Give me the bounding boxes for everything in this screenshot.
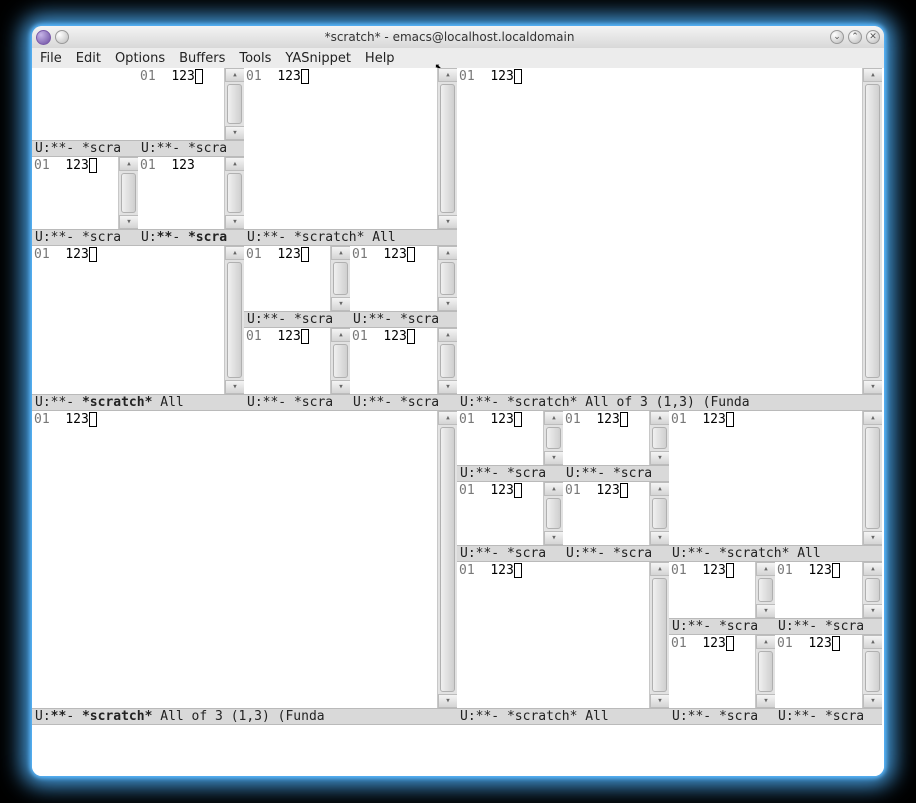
pane[interactable]: 01 123 ▴▾ [244, 328, 350, 394]
minimize-button[interactable]: ⌄ [830, 30, 844, 44]
modeline: U:**- *scra [350, 311, 457, 328]
modeline: U:**- *scra [244, 394, 350, 411]
pane[interactable]: 01 123 ▴▾ [669, 562, 775, 618]
close-button[interactable]: ✕ [866, 30, 880, 44]
menu-options[interactable]: Options [109, 49, 171, 68]
menu-edit[interactable]: Edit [70, 49, 107, 68]
pane[interactable]: 01 123 ▴▾ [32, 411, 457, 708]
modeline: U:**- *scra [563, 465, 669, 482]
window-title: *scratch* - emacs@localhost.localdomain [69, 30, 830, 44]
pane[interactable]: 01 123 ▴▾ [775, 562, 882, 618]
pane[interactable]: 01 123 ▴▾ [350, 328, 457, 394]
modeline: U:**- *scra [350, 394, 457, 411]
modeline: U:**- *scra [32, 229, 138, 246]
modeline: U:**- *scra [32, 140, 138, 157]
modeline: U:**- *scra [138, 140, 244, 157]
pane[interactable]: 01 123 ▴▾ [457, 562, 669, 708]
modeline: U:**- *scra [138, 229, 244, 246]
pane[interactable]: 01 123 ▴▾ [32, 157, 138, 229]
pane[interactable]: 01 123 ▴▾ [775, 635, 882, 708]
titlebar[interactable]: *scratch* - emacs@localhost.localdomain … [32, 26, 884, 48]
modeline: U:**- *scra [244, 311, 350, 328]
emacs-area: ⬉ 01 123 ▴▾ 01 123 ▴▾ U:**- *scra U:**- … [32, 68, 884, 776]
modeline: U:**- *scratch* All [244, 229, 457, 246]
modeline: U:**- *scra [669, 708, 775, 725]
pane[interactable]: 01 123 ▴▾ [563, 482, 669, 545]
menu-buffers[interactable]: Buffers [173, 49, 231, 68]
modeline: U:**- *scra [775, 708, 882, 725]
modeline: U:**- *scratch* All [457, 708, 669, 725]
pane[interactable]: 01 123 ▴▾ [457, 482, 563, 545]
modeline: U:**- *scra [775, 618, 882, 635]
pane[interactable]: 01 123 ▴▾ [457, 68, 882, 394]
menu-file[interactable]: File [34, 49, 68, 68]
menu-help[interactable]: Help [359, 49, 401, 68]
pane[interactable]: 01 123 ▴▾ [669, 635, 775, 708]
sticky-button[interactable] [55, 30, 69, 44]
modeline: U:**- *scra [669, 618, 775, 635]
pane[interactable]: 01 123 ▴▾ [669, 411, 882, 545]
menu-tools[interactable]: Tools [233, 49, 277, 68]
menu-yasnippet[interactable]: YASnippet [279, 49, 357, 68]
pane[interactable]: 01 123 ▴▾ [244, 68, 457, 229]
pane[interactable]: 01 123 ▴▾ [563, 411, 669, 465]
pane[interactable]: 01 123 ▴▾ [244, 246, 350, 311]
pane[interactable]: 01 123 ▴▾ [32, 246, 244, 394]
maximize-button[interactable]: ⌃ [848, 30, 862, 44]
pane[interactable]: 01 123 ▴▾ [138, 157, 244, 229]
pane[interactable]: 01 123 ▴▾ [138, 68, 244, 140]
menu-bar[interactable]: File Edit Options Buffers Tools YASnippe… [32, 48, 884, 68]
window-frame: *scratch* - emacs@localhost.localdomain … [32, 26, 884, 776]
modeline: U:**- *scratch* All [669, 545, 882, 562]
modeline: U:**- *scratch* All of 3 (1,3) (Funda [457, 394, 882, 411]
pane[interactable]: 01 123 ▴▾ [457, 411, 563, 465]
minibuffer[interactable] [32, 758, 884, 776]
modeline: U:**- *scratch* All of 3 (1,3) (Funda [32, 708, 457, 725]
modeline: U:**- *scra [457, 545, 563, 562]
app-menu-icon[interactable] [36, 30, 51, 45]
modeline: U:**- *scratch* All [32, 394, 244, 411]
pane[interactable]: 01 123 ▴▾ [350, 246, 457, 311]
modeline: U:**- *scra [563, 545, 669, 562]
modeline: U:**- *scra [457, 465, 563, 482]
scrollbar[interactable]: ▴▾ [224, 68, 244, 140]
